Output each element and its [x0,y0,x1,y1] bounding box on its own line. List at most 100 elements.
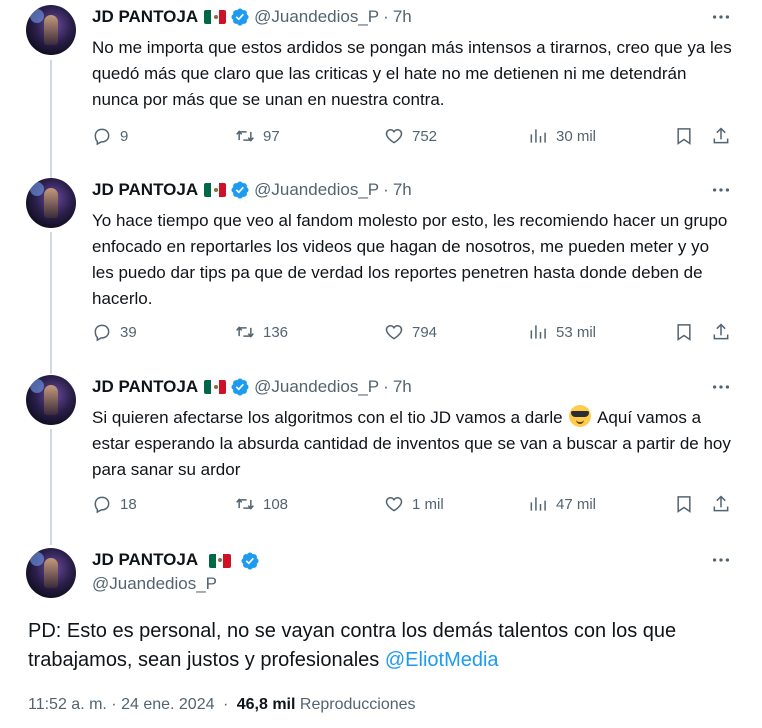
author-name[interactable]: JD PANTOJA [92,179,198,201]
author-name[interactable]: JD PANTOJA [92,376,198,398]
reply-icon [94,324,110,342]
avatar[interactable] [26,5,76,55]
separator-dot: · [383,180,389,199]
bookmark-icon [677,128,691,145]
avatar[interactable] [26,178,76,228]
author-handle[interactable]: @Juandedios_P [92,574,217,594]
reply-button[interactable]: 39 [92,322,137,342]
like-count: 794 [412,323,438,341]
retweet-button[interactable]: 108 [235,494,288,514]
like-button[interactable]: 1 mil [384,494,444,514]
bookmark-button[interactable] [674,126,694,146]
retweet-button[interactable]: 136 [235,322,288,342]
mexico-flag-icon [204,183,227,197]
tweet[interactable]: JD PANTOJA @Juandedios_P · 7h Yo hace ti… [0,173,762,369]
tweet-header: JD PANTOJA @Juandedios_P · 7h [92,6,412,28]
views-button[interactable]: 47 mil [528,494,596,514]
mexico-flag-icon [204,380,227,394]
reply-button[interactable]: 9 [92,126,128,146]
author-name[interactable]: JD PANTOJA [92,550,198,569]
analytics-icon [530,497,546,511]
analytics-icon [530,325,546,339]
more-options-icon[interactable] [710,179,732,201]
like-button[interactable]: 752 [384,126,437,146]
verified-badge-icon [231,8,249,26]
reply-count: 18 [120,495,137,513]
bookmark-icon [677,324,691,341]
tweet-header: JD PANTOJA @Juandedios_P · 7h [92,179,412,201]
tweet-actions: 9 97 752 30 mil [92,126,742,150]
mention-link[interactable]: @EliotMedia [385,649,499,671]
reply-count: 39 [120,323,137,341]
share-button[interactable] [711,126,731,146]
retweet-icon [236,498,254,510]
tweet-time[interactable]: 7h [393,179,412,201]
heart-icon [385,128,403,144]
share-button[interactable] [711,494,731,514]
views-count: 30 mil [556,127,597,145]
more-options-icon[interactable] [710,549,732,571]
bookmark-button[interactable] [674,322,694,342]
like-button[interactable]: 794 [384,322,437,342]
author-handle[interactable]: @Juandedios_P [254,6,379,28]
reply-icon [94,128,110,146]
tweet[interactable]: JD PANTOJA @Juandedios_P · 7h Si quieren… [0,370,762,540]
avatar[interactable] [26,548,76,598]
bookmark-icon [677,496,691,513]
separator-dot: · [383,377,389,396]
share-icon [713,495,729,512]
sunglasses-emoji-icon [569,405,592,427]
tweet-time[interactable]: 7h [393,376,412,398]
main-tweet-body: PD: Esto es personal, no se vayan contra… [28,620,677,671]
share-icon [713,323,729,340]
tweet-timestamp[interactable]: 11:52 a. m. · 24 ene. 2024 [28,696,215,713]
avatar[interactable] [26,375,76,425]
views-count: 53 mil [556,323,597,341]
tweet-time[interactable]: 7h [393,6,412,28]
views-total: 46,8 mil [236,696,296,713]
retweet-count: 97 [263,127,280,145]
retweet-count: 108 [263,495,289,513]
reply-button[interactable]: 18 [92,494,137,514]
share-icon [713,127,729,144]
author-name[interactable]: JD PANTOJA [92,6,198,28]
like-count: 1 mil [412,495,444,513]
more-options-icon[interactable] [710,376,732,398]
main-tweet-header: JD PANTOJA [92,549,260,571]
author-handle[interactable]: @Juandedios_P [254,376,379,398]
more-options-icon[interactable] [710,6,732,28]
retweet-button[interactable]: 97 [235,126,280,146]
heart-icon [385,324,403,340]
reply-icon [94,496,110,514]
verified-badge-icon [231,378,249,396]
main-tweet-text: PD: Esto es personal, no se vayan contra… [28,617,738,675]
tweet-actions: 39 136 794 53 mil [92,322,742,346]
mexico-flag-icon [204,10,227,24]
tweet[interactable]: JD PANTOJA @Juandedios_P · 7h No me impo… [0,0,762,172]
share-button[interactable] [711,322,731,342]
mexico-flag-icon [208,553,231,568]
tweet-actions: 18 108 1 mil 47 mil [92,494,742,518]
verified-badge-icon [231,181,249,199]
analytics-icon [530,129,546,143]
retweet-icon [236,326,254,338]
like-count: 752 [412,127,438,145]
separator-dot: · [222,696,229,713]
retweet-count: 136 [263,323,289,341]
separator-dot: · [383,7,389,26]
tweet-header: JD PANTOJA @Juandedios_P · 7h [92,376,412,398]
views-count: 47 mil [556,495,597,513]
verified-badge-icon [241,551,259,570]
views-button[interactable]: 53 mil [528,322,596,342]
tweet-text-part: Si quieren afectarse los algoritmos con … [92,408,563,427]
heart-icon [385,496,403,512]
tweet-text: Yo hace tiempo que veo al fandom molesto… [92,211,728,308]
bookmark-button[interactable] [674,494,694,514]
views-button[interactable]: 30 mil [528,126,596,146]
tweet-text: No me importa que estos ardidos se ponga… [92,38,732,109]
tweet-text: Si quieren afectarse los algoritmos con … [92,405,732,483]
tweet-meta: 11:52 a. m. · 24 ene. 2024 · 46,8 mil Re… [28,696,416,714]
reply-count: 9 [120,127,129,145]
retweet-icon [236,130,254,142]
author-handle[interactable]: @Juandedios_P [254,179,379,201]
